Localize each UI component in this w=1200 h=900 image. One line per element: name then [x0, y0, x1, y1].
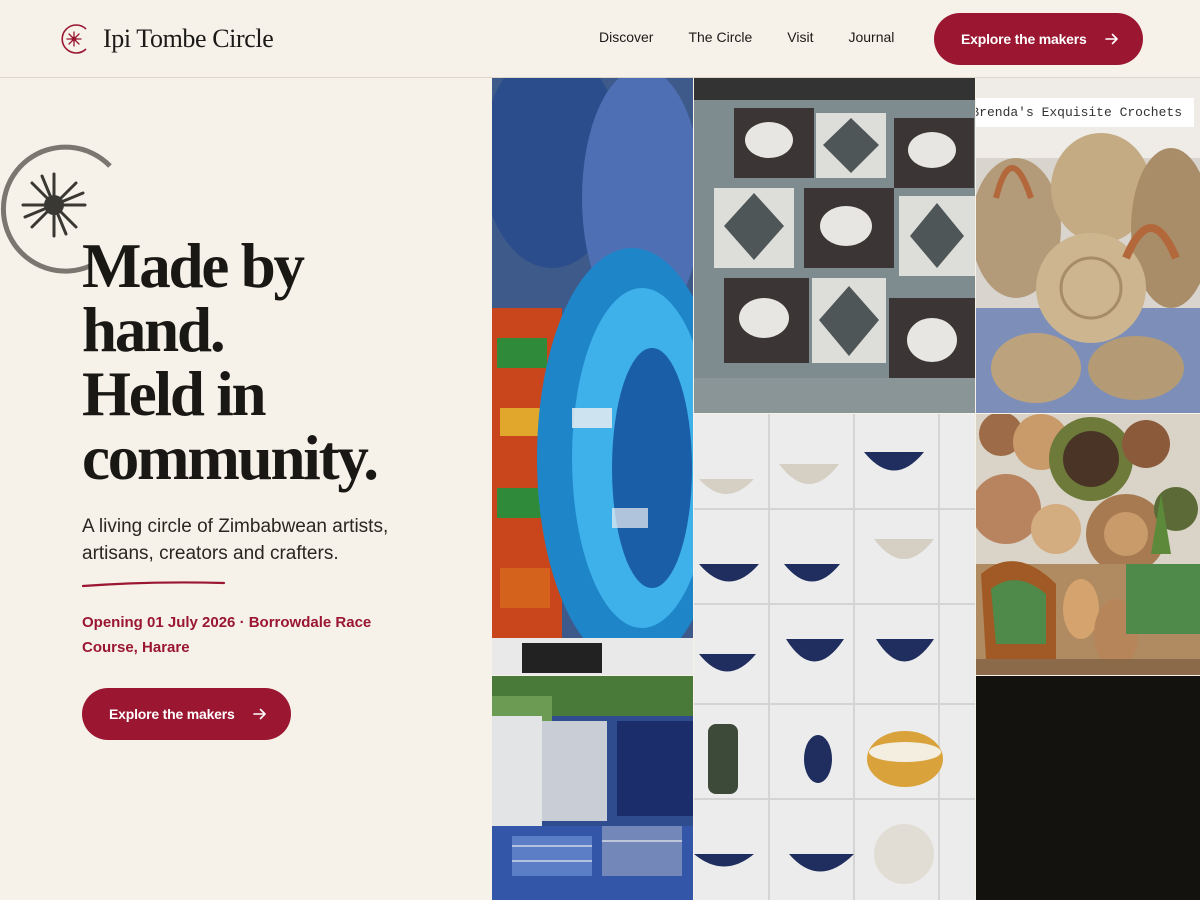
hero-title-line: Made by: [82, 231, 305, 301]
brand-logo[interactable]: Ipi Tombe Circle: [60, 22, 274, 56]
woven-baskets-photo[interactable]: [976, 414, 1200, 675]
arrow-right-icon: [1104, 33, 1118, 45]
rolled-fabrics-photo[interactable]: [492, 78, 693, 675]
brand-name: Ipi Tombe Circle: [103, 24, 274, 53]
event-details: Opening 01 July 2026 · Borrowdale Race C…: [82, 614, 372, 656]
brush-divider: [82, 581, 226, 588]
sunburst-circle-icon: [61, 24, 87, 54]
woven-textiles-photo[interactable]: [492, 676, 693, 900]
nav-item-discover[interactable]: Discover: [599, 29, 653, 45]
ceramic-bowls-photo[interactable]: [694, 414, 975, 900]
hero-title: Made by hand. Held in community.: [82, 234, 482, 490]
site-header: Ipi Tombe Circle Discover The Circle Vis…: [0, 0, 1200, 78]
hero-explore-label: Explore the makers: [109, 706, 235, 722]
hero-subtitle: A living circle of Zimbabwean artists, a…: [82, 516, 389, 564]
hero-explore-button[interactable]: Explore the makers: [82, 688, 291, 740]
crochet-bags-photo[interactable]: Brenda's Exquisite Crochets: [976, 78, 1200, 413]
header-explore-button[interactable]: Explore the makers: [934, 13, 1143, 65]
hero-title-line: community.: [82, 423, 379, 493]
nav-item-visit[interactable]: Visit: [787, 29, 813, 45]
nav-item-the-circle[interactable]: The Circle: [688, 29, 752, 45]
hero-title-line: Held in: [82, 359, 267, 429]
vendor-label: Brenda's Exquisite Crochets: [976, 98, 1194, 127]
main-nav: Discover The Circle Visit Journal: [599, 29, 929, 45]
arrow-right-icon: [252, 708, 266, 720]
elephant-textile-photo[interactable]: [694, 78, 975, 413]
nav-item-journal[interactable]: Journal: [848, 29, 894, 45]
hero-title-line: hand.: [82, 295, 226, 365]
header-explore-label: Explore the makers: [961, 31, 1087, 47]
gallery-dark-panel: [976, 676, 1200, 900]
